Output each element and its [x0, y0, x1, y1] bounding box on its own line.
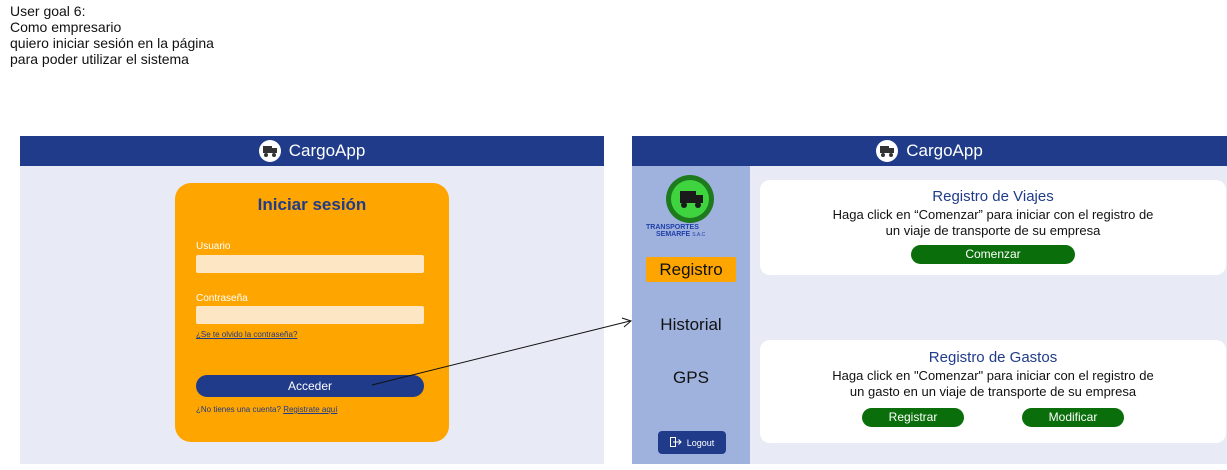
logo-text: TRANSPORTES: [646, 224, 699, 231]
signup-prompt: ¿No tienes una cuenta? Registrate aquí: [196, 405, 337, 414]
logout-button[interactable]: Logout: [658, 431, 726, 454]
login-screen: CargoApp Iniciar sesión Usuario Contrase…: [20, 136, 604, 464]
sidebar: TRANSPORTES SEMARFE S.A.C Registro Histo…: [632, 166, 750, 464]
username-input[interactable]: [196, 255, 424, 273]
user-goal: User goal 6: Como empresario quiero inic…: [10, 3, 214, 67]
dashboard-screen: CargoApp TRANSPORTES SEMARFE S.A.C Regis…: [632, 136, 1227, 464]
card-description: Haga click en “Comenzar” para iniciar co…: [760, 207, 1226, 239]
card-text-line: un gasto en un viaje de transporte de su…: [849, 384, 1137, 399]
truck-icon: [258, 140, 281, 162]
card-text-line: un viaje de transporte de su empresa: [885, 223, 1101, 238]
goal-line: User goal 6:: [10, 3, 86, 19]
forgot-password-link[interactable]: ¿Se te olvido la contraseña?: [196, 330, 297, 339]
password-input[interactable]: [196, 306, 424, 324]
goal-line: Como empresario: [10, 19, 122, 35]
logo-text: S.A.C: [692, 232, 706, 238]
logo-text: SEMARFE: [656, 231, 691, 238]
card-text-line: Haga click en “Comenzar” para iniciar co…: [832, 207, 1154, 222]
logout-icon: [669, 436, 682, 449]
modify-expense-button[interactable]: Modificar: [1022, 408, 1124, 427]
goal-line: quiero iniciar sesión en la página: [10, 35, 214, 51]
card-title: Registro de Viajes: [932, 188, 1054, 205]
nav-registro[interactable]: Registro: [646, 257, 736, 282]
goal-line: para poder utilizar el sistema: [10, 51, 189, 67]
card-title: Registro de Gastos: [928, 349, 1058, 366]
login-button[interactable]: Acceder: [196, 375, 424, 397]
expense-registration-card: Registro de Gastos Haga click en "Comenz…: [760, 340, 1226, 443]
login-card: Iniciar sesión Usuario Contraseña ¿Se te…: [175, 183, 449, 442]
card-text-line: Haga click en "Comenzar" para iniciar co…: [832, 368, 1154, 383]
app-title: CargoApp: [288, 141, 366, 160]
company-logo: TRANSPORTES SEMARFE S.A.C: [646, 173, 726, 241]
username-label: Usuario: [196, 241, 231, 252]
nav-historial[interactable]: Historial: [646, 315, 736, 335]
nav-gps[interactable]: GPS: [646, 368, 736, 388]
password-label: Contraseña: [196, 293, 248, 304]
app-header: CargoApp: [20, 136, 604, 166]
no-account-text: ¿No tienes una cuenta?: [196, 405, 281, 414]
card-description: Haga click en "Comenzar" para iniciar co…: [760, 368, 1226, 400]
start-trip-button[interactable]: Comenzar: [911, 245, 1075, 264]
logout-label: Logout: [686, 437, 715, 448]
app-title: CargoApp: [906, 141, 983, 160]
register-link[interactable]: Registrate aquí: [283, 405, 337, 414]
truck-icon: [876, 140, 899, 162]
register-expense-button[interactable]: Registrar: [862, 408, 964, 427]
trip-registration-card: Registro de Viajes Haga click en “Comenz…: [760, 180, 1226, 275]
app-header: CargoApp: [632, 136, 1227, 166]
login-title: Iniciar sesión: [257, 195, 367, 214]
